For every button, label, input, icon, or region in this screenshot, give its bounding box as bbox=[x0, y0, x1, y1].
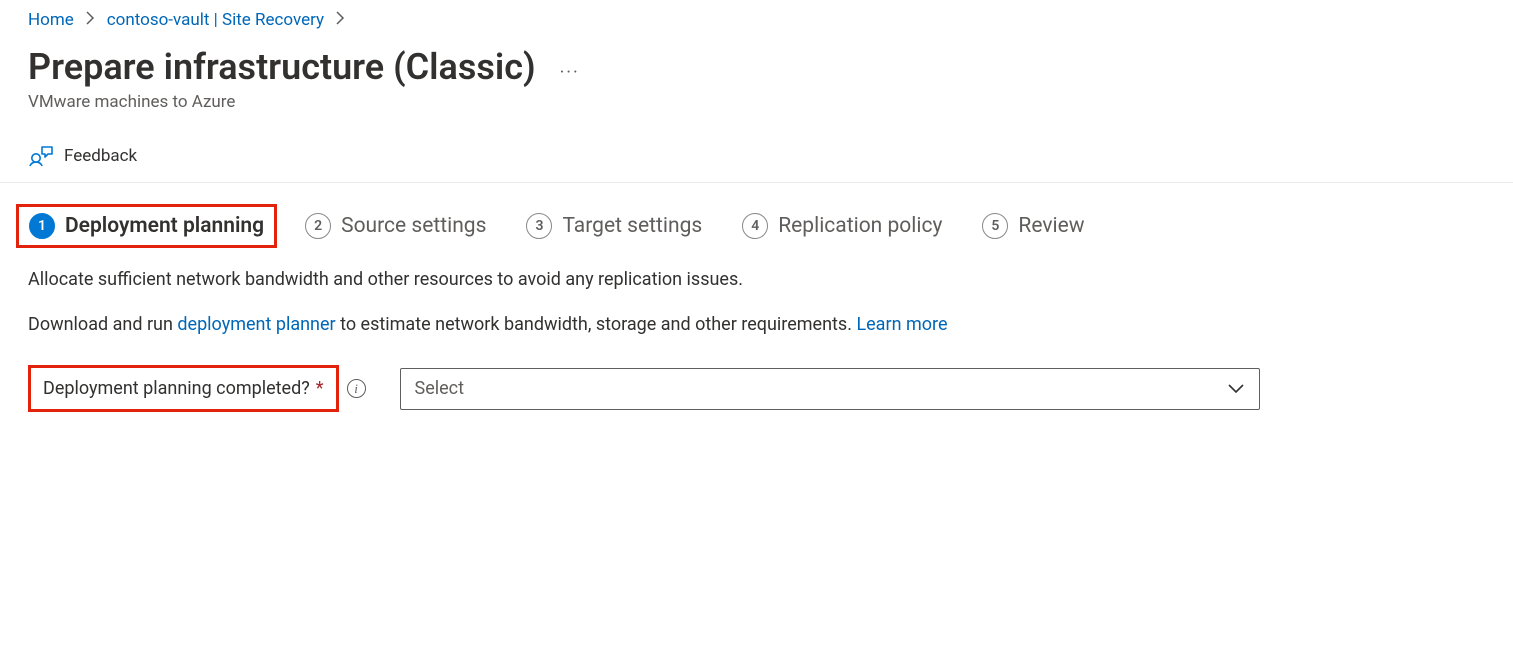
breadcrumb: Home contoso-vault | Site Recovery bbox=[28, 10, 1485, 30]
feedback-icon bbox=[28, 144, 54, 168]
learn-more-link[interactable]: Learn more bbox=[856, 314, 947, 335]
step-number-badge: 4 bbox=[742, 213, 768, 239]
step-number-badge: 5 bbox=[982, 213, 1008, 239]
chevron-down-icon bbox=[1227, 383, 1245, 395]
step-deployment-planning[interactable]: 1 Deployment planning bbox=[16, 204, 277, 248]
description-line-2: Download and run deployment planner to e… bbox=[28, 314, 1485, 335]
step-source-settings[interactable]: 2 Source settings bbox=[305, 213, 486, 239]
step-replication-policy[interactable]: 4 Replication policy bbox=[742, 213, 942, 239]
text-fragment: to estimate network bandwidth, storage a… bbox=[336, 314, 857, 335]
form-row-deployment-planning: Deployment planning completed? * i Selec… bbox=[28, 365, 1485, 412]
form-label-highlight: Deployment planning completed? * bbox=[28, 365, 339, 412]
step-label: Deployment planning bbox=[65, 214, 264, 238]
page-subtitle: VMware machines to Azure bbox=[28, 92, 1485, 112]
step-label: Replication policy bbox=[778, 214, 942, 238]
deployment-planner-link[interactable]: deployment planner bbox=[177, 314, 335, 335]
step-number-badge: 1 bbox=[29, 213, 55, 239]
step-target-settings[interactable]: 3 Target settings bbox=[526, 213, 702, 239]
feedback-button[interactable]: Feedback bbox=[28, 144, 137, 168]
description-line-1: Allocate sufficient network bandwidth an… bbox=[28, 269, 1485, 290]
form-label: Deployment planning completed? bbox=[43, 378, 310, 399]
step-number-badge: 2 bbox=[305, 213, 331, 239]
select-placeholder: Select bbox=[415, 378, 464, 399]
more-actions-icon[interactable]: ··· bbox=[560, 50, 580, 83]
text-fragment: Download and run bbox=[28, 314, 177, 335]
step-label: Target settings bbox=[562, 214, 702, 238]
breadcrumb-home[interactable]: Home bbox=[28, 10, 74, 30]
page-title: Prepare infrastructure (Classic) bbox=[28, 46, 536, 88]
chevron-right-icon bbox=[336, 11, 345, 29]
step-review[interactable]: 5 Review bbox=[982, 213, 1084, 239]
deployment-planning-select[interactable]: Select bbox=[400, 368, 1260, 410]
step-number-badge: 3 bbox=[526, 213, 552, 239]
toolbar: Feedback bbox=[0, 136, 1513, 183]
stepper: 1 Deployment planning 2 Source settings … bbox=[28, 213, 1485, 239]
info-icon[interactable]: i bbox=[347, 379, 366, 398]
chevron-right-icon bbox=[86, 11, 95, 29]
required-indicator: * bbox=[316, 378, 324, 399]
feedback-label: Feedback bbox=[64, 146, 137, 166]
step-label: Source settings bbox=[341, 214, 486, 238]
step-label: Review bbox=[1018, 214, 1084, 238]
breadcrumb-vault[interactable]: contoso-vault | Site Recovery bbox=[107, 10, 324, 30]
